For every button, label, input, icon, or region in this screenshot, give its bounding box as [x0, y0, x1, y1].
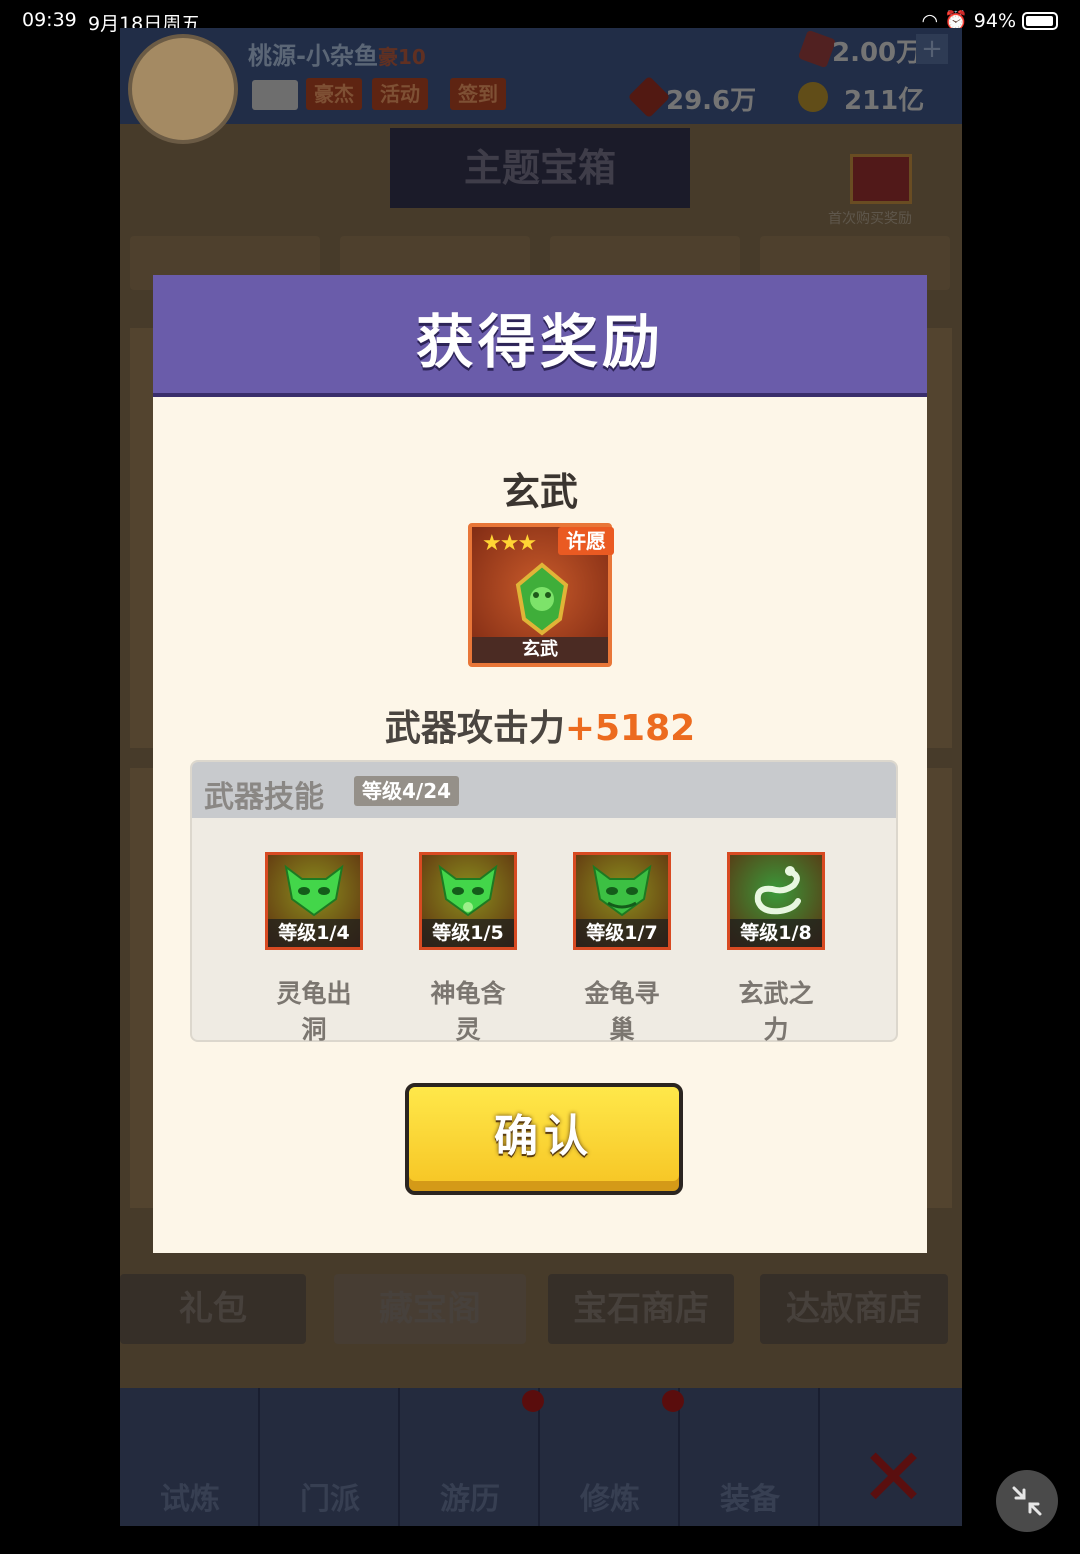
skill-name: 金龟寻巢: [584, 979, 660, 1044]
skill-item[interactable]: 等级1/5 神龟含灵: [403, 852, 533, 1048]
skill-name: 灵龟出洞: [276, 979, 352, 1044]
skill-level: 等级1/5: [422, 919, 514, 947]
skill-name: 玄武之力: [738, 979, 814, 1044]
status-time: 09:39: [22, 9, 77, 31]
item-stars: ★★★: [482, 531, 537, 556]
confirm-button[interactable]: 确认: [405, 1083, 683, 1195]
skill-level: 等级1/4: [268, 919, 360, 947]
modal-header: 获得奖励: [153, 275, 927, 397]
xuanwu-weapon-icon: [515, 562, 569, 636]
skill-icon-frame: 等级1/4: [265, 852, 363, 950]
skill-item[interactable]: 等级1/8 玄武之力: [711, 852, 841, 1048]
skills-title: 武器技能: [204, 780, 324, 815]
skill-level: 等级1/7: [576, 919, 668, 947]
item-name: 玄武: [501, 470, 578, 514]
serpent-icon: [754, 866, 801, 915]
skills-level-badge: 等级4/24: [354, 776, 460, 806]
turtle-mask-icon: [592, 864, 652, 917]
battery-percent: 94%: [973, 9, 1016, 32]
collapse-window-button[interactable]: [996, 1470, 1058, 1532]
attack-label: 武器攻击力: [384, 708, 565, 749]
avatar[interactable]: [128, 34, 238, 144]
skill-icon-frame: 等级1/7: [573, 852, 671, 950]
battery-icon: [1022, 11, 1058, 30]
modal-title: 获得奖励: [415, 308, 664, 376]
item-card[interactable]: ★★★ 许愿 玄武: [468, 523, 614, 667]
skill-name: 神龟含灵: [430, 979, 506, 1044]
attack-line: 武器攻击力+5182: [153, 699, 927, 751]
skills-header: 武器技能 等级4/24: [192, 762, 896, 818]
turtle-mask-icon: [284, 864, 344, 917]
reward-modal: 获得奖励 玄武 ★★★ 许愿 玄武 武器攻击力+5182 武器技能 等级4/24: [153, 275, 927, 1253]
skill-item[interactable]: 等级1/7 金龟寻巢: [557, 852, 687, 1048]
skills-panel: 武器技能 等级4/24 等级1/4 灵龟出洞 等级1/5 神龟含灵 等级1/7 …: [190, 760, 898, 1044]
turtle-mask-icon: [438, 864, 498, 917]
wish-badge: 许愿: [558, 527, 614, 555]
skill-level: 等级1/8: [730, 919, 822, 947]
item-label: 玄武: [472, 637, 608, 663]
attack-value: +5182: [564, 708, 696, 749]
skill-icon-frame: 等级1/8: [727, 852, 825, 950]
skill-icon-frame: 等级1/5: [419, 852, 517, 950]
collapse-arrows-icon: [1012, 1486, 1042, 1516]
skill-item[interactable]: 等级1/4 灵龟出洞: [249, 852, 379, 1048]
